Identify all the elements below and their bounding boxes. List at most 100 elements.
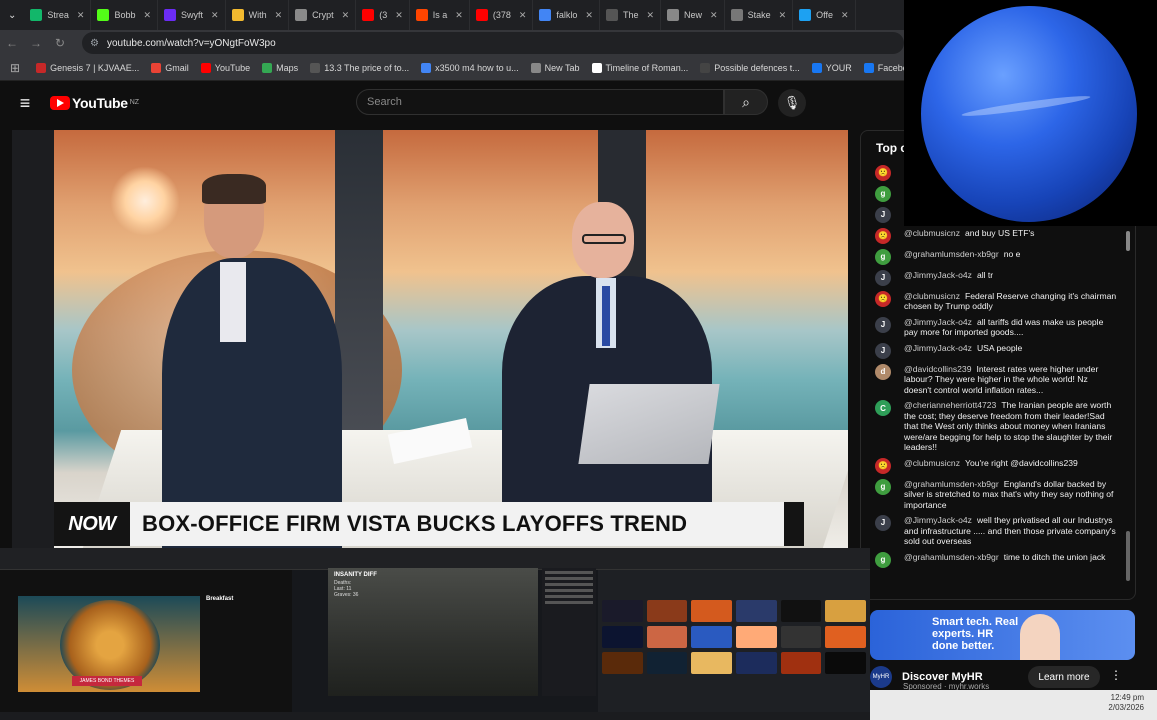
chat-author[interactable]: @grahamlumsden-xb9gr [904,479,999,489]
close-tab-icon[interactable]: ✕ [779,10,787,21]
close-tab-icon[interactable]: ✕ [519,10,527,21]
image-result-thumbnail[interactable] [646,600,688,622]
image-result-thumbnail[interactable] [825,600,866,622]
browser-tab[interactable]: falklo ✕ [533,0,600,30]
close-tab-icon[interactable]: ✕ [143,10,151,21]
chat-author[interactable]: @JimmyJack-o4z [904,270,972,280]
chat-avatar[interactable]: 🙁 [875,165,891,181]
chat-author[interactable]: @JimmyJack-o4z [904,317,972,327]
browser-tab[interactable]: With ✕ [226,0,290,30]
system-clock[interactable]: 12:49 pm 2/03/2026 [1092,693,1144,714]
browser-tab[interactable]: Offe ✕ [793,0,856,30]
window-thumbnail-middle[interactable]: INSANITY DIFF Deaths: Last: 11 Graves: 3… [292,548,598,716]
chat-author[interactable]: @clubmusicnz [904,291,960,301]
close-tab-icon[interactable]: ✕ [841,10,849,21]
chat-avatar[interactable]: J [875,270,891,286]
chat-author[interactable]: @JimmyJack-o4z [904,343,972,353]
image-result-thumbnail[interactable] [646,626,688,648]
ad-banner[interactable]: Smart tech. Real experts. HR done better… [870,610,1135,660]
back-arrow-icon[interactable]: ← [0,36,24,50]
browser-tab[interactable]: Is a ✕ [410,0,470,30]
image-result-thumbnail[interactable] [736,626,777,648]
chat-author[interactable]: @davidcollins239 [904,364,972,374]
site-info-icon[interactable]: ⚙ [90,38,99,49]
close-tab-icon[interactable]: ✕ [342,10,350,21]
apps-grid-icon[interactable]: ⊞ [0,61,30,75]
chat-avatar[interactable]: J [875,207,891,223]
image-result-thumbnail[interactable] [825,652,866,674]
browser-tab[interactable]: Stake ✕ [725,0,794,30]
bookmark-item[interactable]: Timeline of Roman... [586,63,695,73]
search-input[interactable]: Search [356,89,724,115]
close-tab-icon[interactable]: ✕ [211,10,219,21]
chat-avatar[interactable]: g [875,249,891,265]
bookmark-item[interactable]: Facebook green [858,63,904,73]
image-result-thumbnail[interactable] [691,626,732,648]
hamburger-menu-icon[interactable]: ≡ [0,93,50,114]
close-tab-icon[interactable]: ✕ [585,10,593,21]
browser-tab[interactable]: Bobb ✕ [91,0,159,30]
bookmark-item[interactable]: YOUR [806,63,858,73]
chat-avatar[interactable]: g [875,478,891,495]
close-tab-icon[interactable]: ✕ [646,10,654,21]
browser-tab[interactable]: New ✕ [661,0,725,30]
bookmark-item[interactable]: Gmail [145,63,195,73]
chat-author[interactable]: @JimmyJack-o4z [904,515,972,525]
voice-search-button[interactable]: 🎙 [778,89,806,117]
chat-avatar[interactable]: J [875,316,891,333]
bookmark-item[interactable]: Maps [256,63,304,73]
chat-avatar[interactable]: 🙁 [875,457,891,474]
close-tab-icon[interactable]: ✕ [710,10,718,21]
image-result-thumbnail[interactable] [691,652,732,674]
youtube-logo[interactable]: YouTube NZ [50,95,139,111]
bookmark-item[interactable]: 13.3 The price of to... [304,63,415,73]
chat-avatar[interactable]: g [875,551,891,568]
image-result-thumbnail[interactable] [646,652,688,674]
browser-tab[interactable]: Crypt ✕ [289,0,357,30]
image-result-thumbnail[interactable] [602,652,643,674]
image-result-thumbnail[interactable] [780,626,822,648]
window-thumbnail-left[interactable]: JAMES BOND THEMES Breakfast [0,548,292,716]
close-tab-icon[interactable]: ✕ [455,10,463,21]
chat-avatar[interactable]: J [875,342,891,359]
bookmark-item[interactable]: Genesis 7 | KJVAAE... [30,63,145,73]
chat-avatar[interactable]: 🙁 [875,291,891,307]
browser-tab[interactable]: (3 ✕ [356,0,410,30]
bookmark-item[interactable]: New Tab [525,63,586,73]
bookmark-item[interactable]: x3500 m4 how to u... [415,63,525,73]
chat-avatar[interactable]: 🙁 [875,228,891,244]
image-result-thumbnail[interactable] [736,652,777,674]
image-result-thumbnail[interactable] [691,600,732,622]
tab-search-chevron-icon[interactable]: ⌄ [0,10,24,21]
chat-author[interactable]: @grahamlumsden-xb9gr [904,552,999,562]
browser-tab[interactable]: Swyft ✕ [158,0,226,30]
video-player[interactable]: NOW BOX-OFFICE FIRM VISTA BUCKS LAYOFFS … [12,130,848,548]
image-result-thumbnail[interactable] [780,600,822,622]
chat-avatar[interactable]: J [875,515,891,532]
close-tab-icon[interactable]: ✕ [395,10,403,21]
chat-author[interactable]: @grahamlumsden-xb9gr [904,249,999,259]
search-button[interactable]: ⌕ [724,89,768,115]
learn-more-button[interactable]: Learn more [1028,666,1100,688]
chat-author[interactable]: @clubmusicnz [904,228,960,238]
url-field[interactable]: ⚙ youtube.com/watch?v=yONgtFoW3po [82,32,904,54]
browser-tab[interactable]: (378 ✕ [470,0,534,30]
bookmark-item[interactable]: Possible defences t... [694,63,806,73]
chat-scrollbar[interactable] [1126,231,1130,251]
image-result-thumbnail[interactable] [602,600,643,622]
image-result-thumbnail[interactable] [825,626,866,648]
close-tab-icon[interactable]: ✕ [77,10,85,21]
browser-tab[interactable]: Strea ✕ [24,0,92,30]
close-tab-icon[interactable]: ✕ [275,10,283,21]
reload-icon[interactable]: ↻ [48,36,72,50]
chat-avatar[interactable]: g [875,186,891,202]
image-result-thumbnail[interactable] [780,652,822,674]
chat-avatar[interactable]: d [875,363,891,380]
chat-author[interactable]: @cherianneherriott4723 [904,400,996,410]
chat-avatar[interactable]: C [875,400,891,417]
browser-tab[interactable]: The ✕ [600,0,662,30]
window-thumbnail-right[interactable] [598,548,870,716]
image-result-thumbnail[interactable] [736,600,777,622]
forward-arrow-icon[interactable]: → [24,36,48,50]
chat-scrollbar-lower[interactable] [1126,531,1130,581]
